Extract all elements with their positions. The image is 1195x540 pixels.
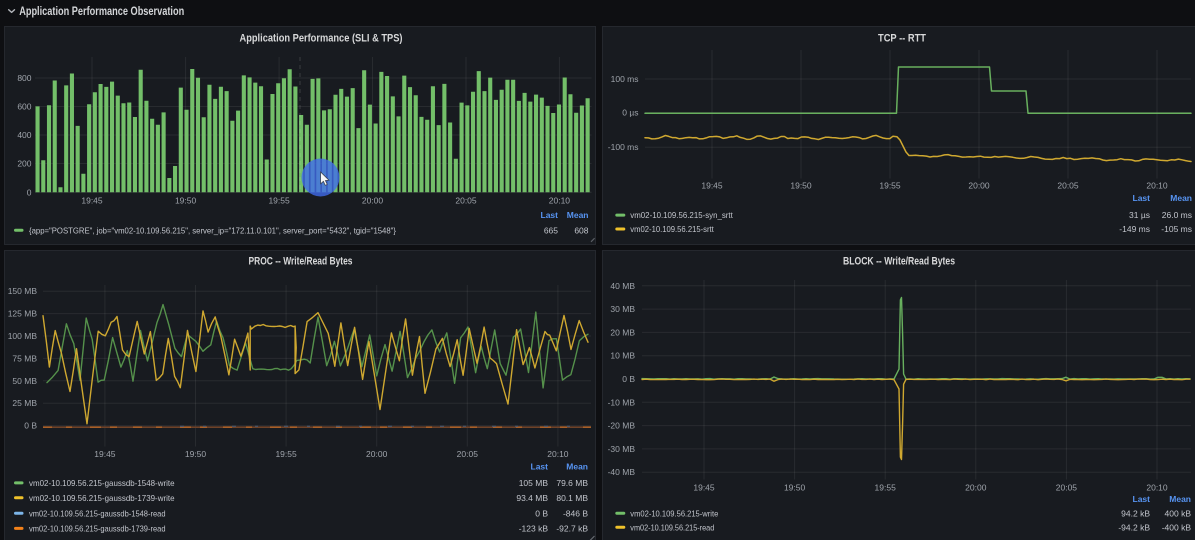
svg-text:80.1 MB: 80.1 MB: [556, 493, 588, 503]
svg-text:-123 kB: -123 kB: [519, 524, 549, 534]
svg-text:-10 MB: -10 MB: [608, 397, 636, 407]
svg-text:-100 ms: -100 ms: [608, 142, 639, 152]
svg-text:19:45: 19:45: [693, 483, 715, 493]
svg-text:Last: Last: [531, 461, 549, 471]
svg-text:Last: Last: [1133, 494, 1151, 504]
svg-text:-846 B: -846 B: [563, 508, 588, 518]
svg-text:Mean: Mean: [1169, 494, 1191, 504]
svg-text:19:50: 19:50: [784, 483, 806, 493]
svg-text:200: 200: [17, 159, 31, 169]
svg-text:19:45: 19:45: [94, 449, 116, 459]
svg-text:19:50: 19:50: [185, 449, 207, 459]
svg-text:0 B: 0 B: [24, 421, 37, 431]
svg-text:0 B: 0 B: [535, 508, 548, 518]
svg-text:20:05: 20:05: [457, 449, 479, 459]
svg-text:20:05: 20:05: [455, 196, 477, 206]
svg-text:10 MB: 10 MB: [610, 351, 635, 361]
svg-text:30 MB: 30 MB: [610, 304, 635, 314]
svg-text:19:55: 19:55: [275, 449, 297, 459]
svg-text:75 MB: 75 MB: [12, 353, 37, 363]
svg-text:vm02-10.109.56.215-gaussdb-173: vm02-10.109.56.215-gaussdb-1739-write: [29, 493, 175, 503]
svg-text:Mean: Mean: [567, 210, 589, 220]
svg-text:Mean: Mean: [566, 461, 588, 471]
svg-text:19:55: 19:55: [268, 196, 290, 206]
svg-text:125 MB: 125 MB: [8, 309, 38, 319]
svg-text:100 ms: 100 ms: [611, 74, 639, 84]
svg-text:0: 0: [27, 187, 32, 197]
svg-text:665: 665: [544, 225, 558, 235]
svg-text:600: 600: [17, 102, 31, 112]
svg-text:19:55: 19:55: [879, 181, 901, 191]
svg-text:vm02-10.109.56.215-gaussdb-154: vm02-10.109.56.215-gaussdb-1548-read: [29, 508, 166, 518]
svg-text:Application Performance Observ: Application Performance Observation: [19, 6, 184, 18]
svg-text:TCP -- RTT: TCP -- RTT: [878, 33, 926, 45]
svg-text:20:00: 20:00: [366, 449, 388, 459]
svg-text:vm02-10.109.56.215-write: vm02-10.109.56.215-write: [630, 508, 718, 518]
svg-text:79.6 MB: 79.6 MB: [556, 478, 588, 488]
svg-text:{app="POSTGRE", job="vm02-10.1: {app="POSTGRE", job="vm02-10.109.56.215"…: [29, 225, 396, 235]
svg-text:20:00: 20:00: [362, 196, 384, 206]
svg-text:100 MB: 100 MB: [8, 331, 38, 341]
svg-text:20:10: 20:10: [549, 196, 571, 206]
svg-text:Application Performance (SLI &: Application Performance (SLI & TPS): [240, 33, 403, 45]
svg-text:Last: Last: [541, 210, 559, 220]
svg-text:20 MB: 20 MB: [610, 327, 635, 337]
svg-text:BLOCK -- Write/Read Bytes: BLOCK -- Write/Read Bytes: [843, 256, 955, 268]
svg-text:-20 MB: -20 MB: [608, 421, 636, 431]
svg-text:31 µs: 31 µs: [1129, 210, 1150, 220]
svg-text:19:50: 19:50: [790, 181, 812, 191]
svg-text:-105 ms: -105 ms: [1161, 224, 1192, 234]
svg-text:19:45: 19:45: [701, 181, 723, 191]
svg-text:-94.2 kB: -94.2 kB: [1118, 522, 1150, 532]
svg-text:-30 MB: -30 MB: [608, 444, 636, 454]
svg-text:vm02-10.109.56.215-read: vm02-10.109.56.215-read: [630, 522, 714, 532]
svg-text:vm02-10.109.56.215-gaussdb-154: vm02-10.109.56.215-gaussdb-1548-write: [29, 478, 175, 488]
svg-text:20:05: 20:05: [1057, 181, 1079, 191]
svg-text:20:10: 20:10: [547, 449, 569, 459]
svg-text:19:50: 19:50: [175, 196, 197, 206]
svg-text:19:55: 19:55: [875, 483, 897, 493]
svg-text:-149 ms: -149 ms: [1119, 224, 1150, 234]
svg-text:-40 MB: -40 MB: [608, 467, 636, 477]
svg-text:-400 kB: -400 kB: [1162, 522, 1192, 532]
svg-text:25 MB: 25 MB: [12, 398, 37, 408]
svg-text:0 µs: 0 µs: [622, 108, 638, 118]
svg-text:93.4 MB: 93.4 MB: [516, 493, 548, 503]
svg-text:20:10: 20:10: [1146, 181, 1168, 191]
svg-text:vm02-10.109.56.215-srtt: vm02-10.109.56.215-srtt: [630, 224, 714, 234]
svg-text:105 MB: 105 MB: [519, 478, 549, 488]
svg-text:-92.7 kB: -92.7 kB: [556, 524, 588, 534]
svg-text:0 B: 0 B: [622, 374, 635, 384]
svg-text:400: 400: [17, 130, 31, 140]
svg-text:26.0 ms: 26.0 ms: [1162, 210, 1192, 220]
svg-text:Last: Last: [1133, 193, 1151, 203]
svg-text:vm02-10.109.56.215-syn_srtt: vm02-10.109.56.215-syn_srtt: [630, 210, 733, 220]
svg-text:800: 800: [17, 73, 31, 83]
svg-text:50 MB: 50 MB: [12, 376, 37, 386]
svg-text:Mean: Mean: [1170, 193, 1192, 203]
svg-text:20:10: 20:10: [1146, 483, 1168, 493]
svg-text:608: 608: [574, 225, 588, 235]
svg-text:20:00: 20:00: [968, 181, 990, 191]
svg-text:40 MB: 40 MB: [610, 281, 635, 291]
svg-text:PROC -- Write/Read Bytes: PROC -- Write/Read Bytes: [249, 256, 353, 268]
svg-text:94.2 kB: 94.2 kB: [1121, 508, 1150, 518]
svg-text:vm02-10.109.56.215-gaussdb-173: vm02-10.109.56.215-gaussdb-1739-read: [29, 524, 166, 534]
svg-text:20:05: 20:05: [1056, 483, 1078, 493]
svg-text:20:00: 20:00: [965, 483, 987, 493]
svg-text:19:45: 19:45: [81, 196, 103, 206]
svg-text:150 MB: 150 MB: [8, 286, 38, 296]
svg-text:400 kB: 400 kB: [1165, 508, 1192, 518]
